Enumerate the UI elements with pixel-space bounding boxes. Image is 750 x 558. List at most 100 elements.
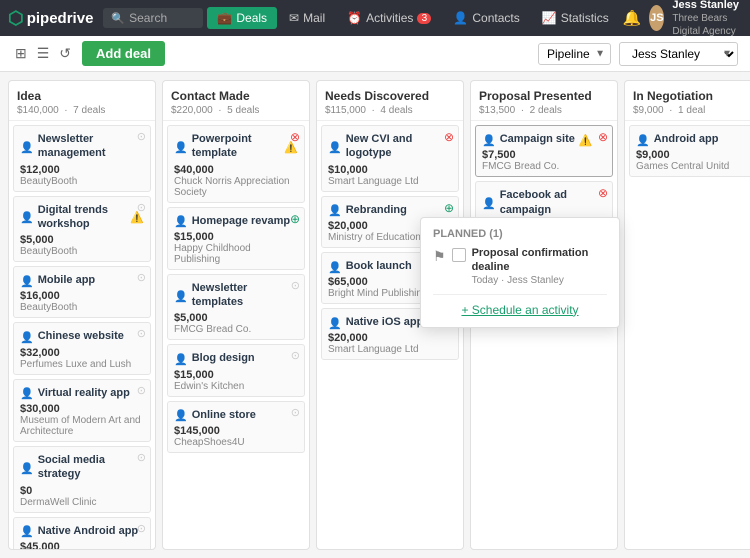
- card-homepage-revamp[interactable]: 👤 Homepage revamp $15,000 Happy Childhoo…: [167, 207, 305, 270]
- bell-icon[interactable]: 🔔: [623, 9, 642, 27]
- card-action-icon[interactable]: ⊙: [137, 271, 146, 284]
- person-icon: 👤: [20, 211, 34, 224]
- column-contact-made-header: Contact Made $220,000 · 5 deals: [163, 81, 309, 121]
- column-proposal-presented-header: Proposal Presented $13,500 · 2 deals: [471, 81, 617, 121]
- brand-name: pipedrive: [27, 10, 94, 27]
- column-needs-discovered-body: 👤 New CVI and logotype $10,000 Smart Lan…: [317, 121, 463, 549]
- card-amount: $20,000: [328, 332, 452, 344]
- card-vr-app[interactable]: 👤 Virtual reality app $30,000 Museum of …: [13, 379, 151, 442]
- card-title: Newsletter management: [38, 132, 144, 161]
- task-checkbox[interactable]: [452, 248, 466, 262]
- list-view-icon[interactable]: ☰: [34, 42, 53, 65]
- column-proposal-presented-count: 2 deals: [530, 105, 562, 116]
- card-newsletter-templates[interactable]: 👤 Newsletter templates $5,000 FMCG Bread…: [167, 274, 305, 341]
- card-campaign-site[interactable]: 👤 Campaign site ⚠️ $7,500 FMCG Bread Co.…: [475, 125, 613, 177]
- card-amount: $45,000: [20, 541, 144, 549]
- card-action-icon[interactable]: ⊙: [291, 279, 300, 292]
- person-icon: 👤: [174, 353, 188, 366]
- card-powerpoint[interactable]: 👤 Powerpoint template ⚠️ $40,000 Chuck N…: [167, 125, 305, 203]
- card-new-cvi[interactable]: 👤 New CVI and logotype $10,000 Smart Lan…: [321, 125, 459, 192]
- card-title: Blog design: [192, 351, 255, 365]
- mail-label: Mail: [303, 11, 325, 25]
- kanban-view-icon[interactable]: ⊞: [12, 42, 30, 65]
- card-title: Online store: [192, 408, 256, 422]
- card-amount: $15,000: [174, 231, 298, 243]
- card-title: Book launch: [346, 259, 412, 273]
- card-amount: $9,000: [636, 149, 750, 161]
- card-amount: $5,000: [20, 234, 144, 246]
- card-company: BeautyBooth: [20, 176, 144, 187]
- nav-item-contacts[interactable]: 👤 Contacts: [443, 7, 529, 29]
- person-icon: 👤: [174, 215, 188, 228]
- toolbar-icons: ⊞ ☰ ↺: [12, 42, 74, 65]
- column-in-negotiation: In Negotiation $9,000 · 1 deal 👤 Android…: [624, 80, 750, 550]
- contacts-icon: 👤: [453, 11, 468, 25]
- card-action-icon[interactable]: ⊙: [137, 327, 146, 340]
- card-action-icon[interactable]: ⊙: [137, 451, 146, 464]
- card-title: New CVI and logotype: [346, 132, 452, 161]
- schedule-activity-link[interactable]: + Schedule an activity: [461, 303, 578, 317]
- card-title: Facebook ad campaign: [500, 188, 606, 217]
- search-icon: 🔍: [111, 12, 125, 25]
- card-action-icon[interactable]: ⊙: [137, 522, 146, 535]
- column-idea-header: Idea $140,000 · 7 deals: [9, 81, 155, 121]
- card-amount: $30,000: [20, 403, 144, 415]
- column-needs-discovered-title: Needs Discovered: [325, 89, 455, 103]
- card-title: Virtual reality app: [38, 386, 130, 400]
- card-action-icon[interactable]: ⊙: [291, 406, 300, 419]
- column-idea-count: 7 deals: [73, 105, 105, 116]
- card-title: Rebranding: [346, 203, 407, 217]
- card-android-app[interactable]: 👤 Android app $9,000 Games Central Unitd…: [629, 125, 750, 177]
- card-action-icon[interactable]: ⊙: [137, 384, 146, 397]
- avatar: JS: [649, 5, 664, 31]
- column-in-negotiation-title: In Negotiation: [633, 89, 750, 103]
- person-icon: 👤: [482, 134, 496, 147]
- nav-item-mail[interactable]: ✉ Mail: [279, 7, 335, 29]
- column-proposal-presented-total: $13,500: [479, 105, 515, 116]
- card-company: Games Central Unitd: [636, 161, 750, 172]
- nav-item-deals[interactable]: 💼 Deals: [207, 7, 277, 29]
- card-social-media[interactable]: 👤 Social media strategy $0 DermaWell Cli…: [13, 446, 151, 513]
- card-native-android[interactable]: 👤 Native Android app $45,000 Smart Langu…: [13, 517, 151, 549]
- card-company: Perfumes Luxe and Lush: [20, 359, 144, 370]
- activities-icon: ⏰: [347, 11, 362, 25]
- nav-item-statistics[interactable]: 📈 Statistics: [532, 7, 619, 29]
- nav-item-activities[interactable]: ⏰ Activities 3: [337, 7, 441, 29]
- card-action-icon[interactable]: ⊙: [137, 130, 146, 143]
- card-chinese-website[interactable]: 👤 Chinese website $32,000 Perfumes Luxe …: [13, 322, 151, 374]
- card-mobile-app[interactable]: 👤 Mobile app $16,000 BeautyBooth ⊙: [13, 266, 151, 318]
- card-company: Happy Childhood Publishing: [174, 243, 298, 265]
- card-title: Powerpoint template: [192, 132, 281, 161]
- column-proposal-presented-body: 👤 Campaign site ⚠️ $7,500 FMCG Bread Co.…: [471, 121, 617, 549]
- column-contact-made-title: Contact Made: [171, 89, 301, 103]
- column-in-negotiation-body: 👤 Android app $9,000 Games Central Unitd…: [625, 121, 750, 549]
- status-red-icon: ⊗: [598, 186, 608, 200]
- card-company: CheapShoes4U: [174, 437, 298, 448]
- status-red-icon: ⊗: [598, 130, 608, 144]
- card-company: Edwin's Kitchen: [174, 381, 298, 392]
- card-action-icon[interactable]: ⊙: [137, 201, 146, 214]
- toolbar: ⊞ ☰ ↺ Add deal Pipeline ▼ Jess Stanley ▼: [0, 36, 750, 72]
- card-newsletter-management[interactable]: 👤 Newsletter management $12,000 BeautyBo…: [13, 125, 151, 192]
- card-digital-trends[interactable]: 👤 Digital trends workshop ⚠️ $5,000 Beau…: [13, 196, 151, 263]
- card-title: Social media strategy: [38, 453, 144, 482]
- search-box[interactable]: 🔍 Search: [103, 8, 203, 28]
- user-info: Jess Stanley Three Bears Digital Agency: [672, 0, 742, 38]
- card-action-icon[interactable]: ⊙: [291, 349, 300, 362]
- card-blog-design[interactable]: 👤 Blog design $15,000 Edwin's Kitchen ⊙: [167, 344, 305, 396]
- pipeline-select[interactable]: Pipeline: [538, 43, 611, 65]
- top-navigation: ⬡ pipedrive 🔍 Search 💼 Deals ✉ Mail ⏰ Ac…: [0, 0, 750, 36]
- user-select[interactable]: Jess Stanley: [619, 42, 738, 66]
- refresh-icon[interactable]: ↺: [56, 42, 74, 65]
- statistics-label: Statistics: [561, 11, 609, 25]
- person-icon: 👤: [328, 141, 342, 154]
- card-amount: $40,000: [174, 164, 298, 176]
- add-deal-button[interactable]: Add deal: [82, 41, 165, 66]
- card-company: DermaWell Clinic: [20, 497, 144, 508]
- column-in-negotiation-count: 1 deal: [678, 105, 705, 116]
- column-in-negotiation-meta: $9,000 · 1 deal: [633, 105, 750, 116]
- person-icon: 👤: [20, 275, 34, 288]
- user-name: Jess Stanley: [672, 0, 742, 12]
- deals-label: Deals: [236, 11, 267, 25]
- card-online-store[interactable]: 👤 Online store $145,000 CheapShoes4U ⊙: [167, 401, 305, 453]
